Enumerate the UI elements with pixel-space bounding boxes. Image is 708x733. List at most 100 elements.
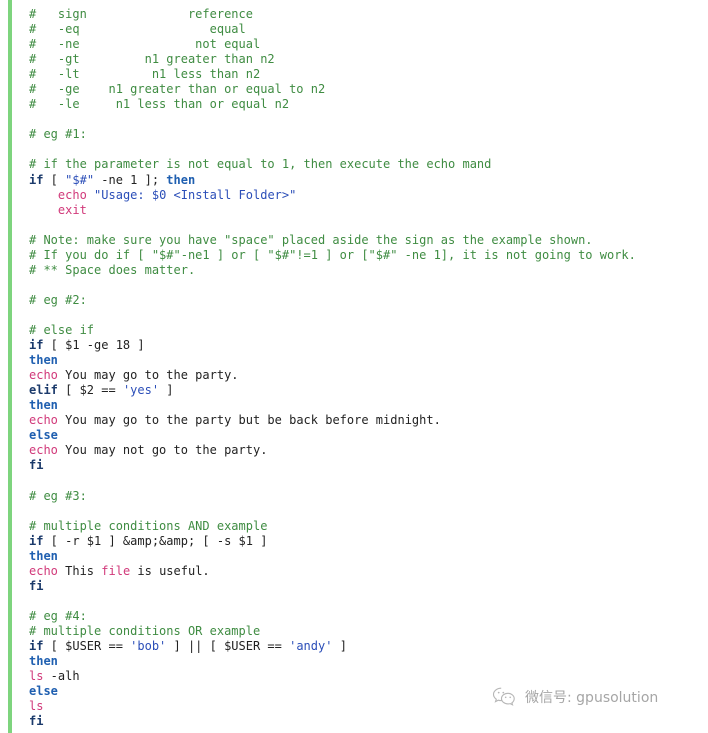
code-token-cmt: # eg #1: xyxy=(29,127,87,142)
code-token-cmt: # Note: make sure you have "space" place… xyxy=(29,232,593,247)
code-line: # -eq equal xyxy=(29,22,708,37)
code-line: # multiple conditions OR example xyxy=(29,624,708,639)
code-line: then xyxy=(29,549,708,564)
code-token-fn: ls xyxy=(29,669,44,684)
code-token-kw2: then xyxy=(29,398,58,413)
code-token-cmt: # eg #2: xyxy=(29,292,87,307)
code-line: echo This file is useful. xyxy=(29,564,708,579)
code-line: # -lt n1 less than n2 xyxy=(29,67,708,82)
code-token-pln xyxy=(87,188,94,202)
code-token-pln: This xyxy=(57,563,102,578)
code-token-str: "$#" xyxy=(65,172,95,187)
code-token-pln: You may not go to the party. xyxy=(57,443,268,458)
code-line: ls -alh xyxy=(29,669,708,684)
code-token-pln: You may go to the party but be back befo… xyxy=(57,413,441,428)
code-token-pln: [ $2 == xyxy=(57,383,123,398)
code-token-fn: ls xyxy=(29,699,44,714)
code-token-pln: -alh xyxy=(43,669,80,684)
code-token-cmt: # -eq equal xyxy=(29,22,246,37)
code-token-cmt: # if the parameter is not equal to 1, th… xyxy=(29,157,492,172)
code-token-cmt: # multiple conditions OR example xyxy=(29,623,261,638)
code-line: else xyxy=(29,684,708,699)
code-line: else xyxy=(29,428,708,443)
code-line: if [ $1 -ge 18 ] xyxy=(29,338,708,353)
code-line: echo "Usage: $0 <Install Folder>" xyxy=(29,188,708,203)
code-line: # -ne not equal xyxy=(29,37,708,52)
code-line: # else if xyxy=(29,323,708,338)
code-token-kw: if xyxy=(29,338,44,353)
code-token-pln: is useful. xyxy=(130,563,210,578)
code-line: fi xyxy=(29,458,708,473)
code-token-cmt: # eg #3: xyxy=(29,488,87,503)
code-line: if [ "$#" -ne 1 ]; then xyxy=(29,173,708,188)
code-line: # ** Space does matter. xyxy=(29,263,708,278)
code-token-kw2: then xyxy=(29,353,58,368)
code-line: elif [ $2 == 'yes' ] xyxy=(29,383,708,398)
code-line: fi xyxy=(29,714,708,729)
code-token-fn: file xyxy=(101,563,131,578)
code-token-pln: ] || [ $USER == xyxy=(166,638,290,653)
code-line: # -ge n1 greater than or equal to n2 xyxy=(29,82,708,97)
code-token-kw: fi xyxy=(29,458,44,473)
code-token-kw: if xyxy=(29,533,44,548)
code-block-accent-stripe xyxy=(8,0,12,733)
code-line: then xyxy=(29,353,708,368)
code-token-fn: echo xyxy=(29,443,58,458)
code-line: exit xyxy=(29,203,708,218)
code-token-pln: -ne 1 ]; xyxy=(94,172,167,187)
code-token-cmt: # -le n1 less than or equal n2 xyxy=(29,97,290,112)
code-token-pln xyxy=(29,188,58,202)
code-token-cmt: # ** Space does matter. xyxy=(29,262,196,277)
code-token-pln xyxy=(29,203,58,217)
code-token-kw2: else xyxy=(29,428,58,443)
code-line: # eg #4: xyxy=(29,609,708,624)
code-token-cmt: # sign reference xyxy=(29,7,253,21)
code-token-kw: fi xyxy=(29,578,44,593)
code-token-cmt: # If you do if [ "$#"-ne1 ] or [ "$#"!=1… xyxy=(29,247,636,262)
code-line: # If you do if [ "$#"-ne1 ] or [ "$#"!=1… xyxy=(29,248,708,263)
code-token-kw: elif xyxy=(29,383,58,398)
code-line: ls xyxy=(29,699,708,714)
code-content[interactable]: # sign reference # -eq equal # -ne not equ… xyxy=(29,7,708,729)
code-token-str: 'bob' xyxy=(130,638,167,653)
code-token-cmt: # multiple conditions AND example xyxy=(29,518,268,533)
code-token-str: 'andy' xyxy=(289,638,333,653)
code-token-kw: if xyxy=(29,172,44,187)
code-line: # -le n1 less than or equal n2 xyxy=(29,97,708,112)
code-token-pln: [ xyxy=(43,172,66,187)
code-line: # eg #2: xyxy=(29,293,708,308)
code-token-cmt: # else if xyxy=(29,322,95,337)
code-line: # eg #3: xyxy=(29,489,708,504)
code-token-cmt: # -gt n1 greater than n2 xyxy=(29,52,275,67)
code-line: # sign reference xyxy=(29,7,708,22)
code-token-pln: ] xyxy=(332,638,347,653)
code-token-fn: echo xyxy=(29,368,58,383)
code-token-fn: echo xyxy=(29,563,58,578)
code-token-kw2: then xyxy=(29,654,58,669)
code-token-kw: fi xyxy=(29,714,44,729)
code-block: # sign reference # -eq equal # -ne not equ… xyxy=(0,0,708,733)
code-line: if [ $USER == 'bob' ] || [ $USER == 'and… xyxy=(29,639,708,654)
code-token-pln: [ $USER == xyxy=(43,638,131,653)
code-line: echo You may not go to the party. xyxy=(29,443,708,458)
code-line: echo You may go to the party. xyxy=(29,368,708,383)
code-line: then xyxy=(29,654,708,669)
code-token-fn: exit xyxy=(57,202,87,217)
code-line: echo You may go to the party but be back… xyxy=(29,413,708,428)
code-token-kw2: else xyxy=(29,684,58,699)
code-token-pln: ] xyxy=(159,383,174,398)
code-token-fn: echo xyxy=(57,187,87,202)
code-token-fn: echo xyxy=(29,413,58,428)
code-line: if [ -r $1 ] &amp;&amp; [ -s $1 ] xyxy=(29,534,708,549)
code-token-kw2: then xyxy=(166,172,196,187)
code-token-cmt: # eg #4: xyxy=(29,608,87,623)
code-line: # eg #1: xyxy=(29,127,708,142)
